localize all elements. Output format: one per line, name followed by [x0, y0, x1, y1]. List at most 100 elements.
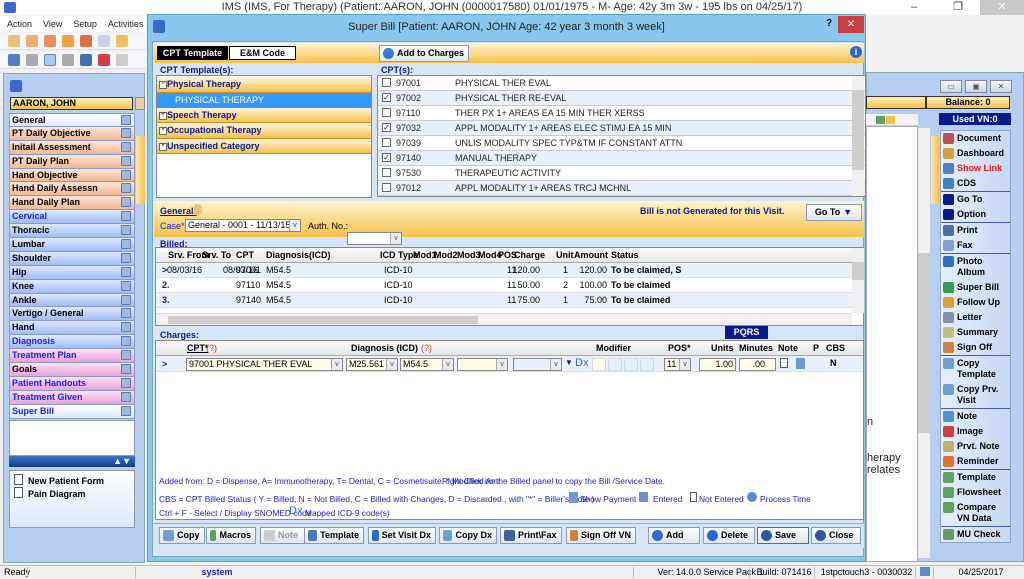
note-edit-icon[interactable] [121, 127, 131, 138]
cpt-checkbox[interactable]: ✓ [382, 123, 391, 132]
col-header[interactable]: CPT [236, 250, 254, 260]
rx-icon[interactable] [98, 35, 110, 47]
close-button[interactable]: ✕ [980, 0, 1024, 15]
units-input[interactable]: 1.00 [699, 358, 736, 371]
nav-item-hand-objective[interactable]: Hand Objective [9, 168, 135, 183]
user-check-icon[interactable] [44, 35, 56, 47]
tab-cpt-template[interactable]: CPT Template [157, 46, 228, 60]
dx3-select[interactable]: v [457, 358, 508, 371]
note-icon[interactable] [886, 116, 895, 124]
nav-item-cervical[interactable]: Cervical [9, 210, 135, 225]
patient-lookup-icon[interactable] [135, 97, 145, 110]
add-button[interactable]: Add [648, 527, 700, 544]
nav-item-super-bill[interactable]: Super Bill [9, 404, 135, 419]
auth-no-select[interactable]: v [347, 232, 402, 245]
pos-select[interactable]: 11 v [664, 358, 691, 371]
edit-icon[interactable] [80, 35, 92, 47]
sidebar-item-fax[interactable]: Fax [941, 238, 1010, 253]
child-restore-button[interactable]: ▣ [965, 80, 987, 93]
dx1-select[interactable]: M25.561 v [346, 358, 398, 371]
note-edit-icon[interactable] [121, 391, 131, 402]
sidebar-item-copy-prv-visit[interactable]: Copy Prv. Visit [941, 382, 1010, 408]
note-edit-icon[interactable] [121, 239, 131, 250]
cpt-checkbox[interactable] [382, 108, 391, 117]
cpt-help-link[interactable]: (?) [206, 343, 217, 353]
info-icon[interactable]: i [850, 46, 862, 58]
table-row[interactable]: 3. 97140 M54.5 ICD-10 11 75.00 1 75.00 To be cla… [156, 293, 863, 308]
cpt-list-item[interactable]: 97001 PHYSICAL THER EVAL [378, 76, 865, 91]
patient-icon[interactable] [8, 35, 20, 47]
note-edit-icon[interactable] [121, 266, 131, 277]
nav-item-pt-daily-plan[interactable]: PT Daily Plan [9, 154, 135, 169]
lab-icon[interactable] [116, 35, 128, 47]
edit-note-icon[interactable] [44, 54, 56, 66]
menu-view[interactable]: View [43, 16, 62, 32]
col-header[interactable]: Amount [574, 250, 608, 260]
col-header[interactable]: Mod1 [413, 250, 437, 260]
nav-item-thoracic[interactable]: Thoracic [9, 224, 135, 239]
sidebar-item-note[interactable]: Note [941, 408, 1010, 424]
nav-item-shoulder[interactable]: Shoulder [9, 251, 135, 266]
table-row[interactable]: >08/03/16 08/03/16 97001 M54.5 ICD-10 11 120.0… [156, 263, 863, 278]
sidebar-item-go-to[interactable]: Go To [941, 191, 1010, 207]
note-edit-icon[interactable] [121, 183, 131, 194]
sidebar-item-super-bill[interactable]: Super Bill [941, 280, 1010, 295]
dx-help-link[interactable]: (?) [421, 343, 432, 353]
nav-item-hand-daily-plan[interactable]: Hand Daily Plan [9, 196, 135, 211]
nav-item-hand-daily-assessn[interactable]: Hand Daily Assessn [9, 182, 135, 197]
macros-button[interactable]: Macros [206, 527, 256, 544]
nav-item-hip[interactable]: Hip [9, 265, 135, 280]
help-button[interactable]: ? [826, 18, 832, 29]
pqrs-button[interactable]: PQRS [725, 326, 768, 339]
sidebar-item-document[interactable]: Document [941, 131, 1010, 146]
billed-vscrollbar[interactable] [852, 248, 864, 313]
sidebar-item-reminder[interactable]: Reminder [941, 454, 1010, 469]
remove-icon[interactable] [62, 54, 74, 66]
nav-item-knee[interactable]: Knee [9, 279, 135, 294]
note-button[interactable]: Note [260, 527, 306, 544]
cpt-checkbox[interactable]: ✓ [382, 153, 391, 162]
nav-item-treatment-given[interactable]: Treatment Given [9, 390, 135, 405]
save-button[interactable]: Save [757, 527, 809, 544]
sidebar-item-follow-up[interactable]: Follow Up [941, 295, 1010, 310]
cpt-checkbox[interactable] [382, 168, 391, 177]
cpt-checkbox[interactable] [382, 78, 391, 87]
cpt-list-item[interactable]: 97530 THERAPEUTIC ACTIVITY [378, 166, 865, 181]
modifier-4[interactable] [640, 358, 654, 371]
tree-node-physical-therapy[interactable]: Physical Therapy [157, 77, 371, 93]
note-edit-icon[interactable] [121, 322, 131, 333]
dx2-select[interactable]: M54.5 v [400, 358, 454, 371]
tab-em-code[interactable]: E&M Code [229, 46, 296, 60]
folder-icon[interactable] [62, 35, 74, 47]
nav-item-hand[interactable]: Hand [9, 321, 135, 336]
nav-item-pt-daily-objective[interactable]: PT Daily Objective [9, 126, 135, 141]
form-item[interactable]: Pain Diagram [14, 487, 130, 500]
sidebar-item-cds[interactable]: CDS [941, 176, 1010, 191]
copy-dx-button[interactable]: Copy Dx [439, 527, 497, 544]
note-edit-icon[interactable] [121, 252, 131, 263]
heart-icon[interactable] [98, 54, 110, 66]
cpt-select[interactable]: 97001 PHYSICAL THER EVAL v [186, 358, 343, 371]
provider-icon[interactable] [26, 35, 38, 47]
note-edit-icon[interactable] [121, 336, 131, 347]
cpt-list-item[interactable]: 97110 THER PX 1+ AREAS EA 15 MIN THER XER… [378, 106, 865, 121]
note-edit-icon[interactable] [121, 211, 131, 222]
note-edit-icon[interactable] [121, 377, 131, 388]
sidebar-item-summary[interactable]: Summary [941, 325, 1010, 340]
cpt-list-item[interactable]: ✓ 97032 APPL MODALITY 1+ AREAS ELEC STIMJ … [378, 121, 865, 136]
sidebar-item-compare-vn-data[interactable]: Compare VN Data [941, 500, 1010, 526]
nav-item-lumbar[interactable]: Lumbar [9, 238, 135, 252]
set-visit-dx-button[interactable]: Set Visit Dx [368, 527, 436, 544]
image-icon[interactable] [876, 116, 885, 124]
nav-item-patient-handouts[interactable]: Patient Handouts [9, 376, 135, 391]
col-header[interactable]: Srv. To [202, 250, 231, 260]
sidebar-item-print[interactable]: Print [941, 222, 1010, 238]
minimize-button[interactable]: – [892, 0, 936, 15]
maximize-button[interactable]: ❐ [936, 0, 980, 15]
nav-item-goals[interactable]: Goals [9, 363, 135, 377]
cpt-list-item[interactable]: ✓ 97140 MANUAL THERAPY [378, 151, 865, 166]
payment-icon[interactable] [796, 358, 805, 369]
sidebar-item-copy-template[interactable]: Copy Template [941, 355, 1010, 382]
note-edit-icon[interactable] [121, 169, 131, 180]
sidebar-item-mu-check[interactable]: MU Check [941, 526, 1010, 542]
